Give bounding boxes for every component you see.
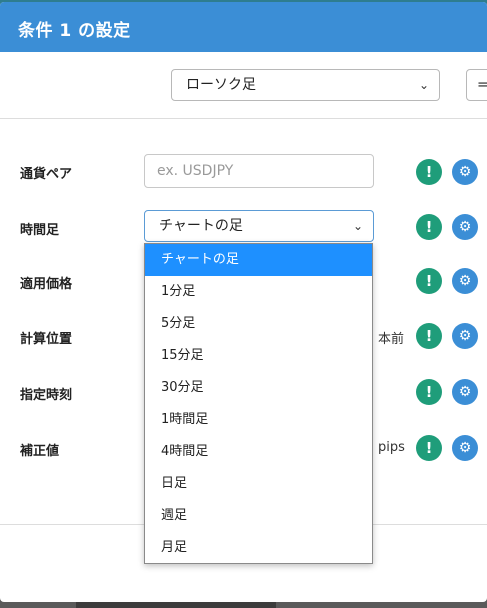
dropdown-option[interactable]: 1時間足 (145, 404, 372, 436)
exclamation-icon[interactable]: ! (416, 214, 442, 240)
chevron-down-icon: ⌄ (352, 219, 363, 233)
modal-header: 条件 1 の設定 (0, 2, 487, 52)
timeframe-value: チャートの足 (159, 218, 243, 234)
exclamation-icon[interactable]: ! (416, 268, 442, 294)
dropdown-option[interactable]: 4時間足 (145, 436, 372, 468)
gear-icon[interactable]: ⚙ (452, 379, 478, 405)
chevron-down-icon: ⌄ (418, 78, 429, 92)
exclamation-icon[interactable]: ! (416, 323, 442, 349)
dropdown-option[interactable]: チャートの足 (145, 244, 372, 276)
gear-icon[interactable]: ⚙ (452, 214, 478, 240)
chart-type-select[interactable]: ローソク足 ⌄ (171, 69, 440, 101)
calc-position-label: 計算位置 (20, 332, 73, 347)
gear-icon[interactable]: ⚙ (452, 268, 478, 294)
dropdown-option[interactable]: 5分足 (145, 308, 372, 340)
applied-price-label: 適用価格 (20, 277, 73, 292)
modal-title: 条件 1 の設定 (18, 21, 131, 41)
gear-icon[interactable]: ⚙ (452, 159, 478, 185)
dropdown-option[interactable]: 週足 (145, 500, 372, 532)
timeframe-label: 時間足 (20, 223, 60, 238)
operator-value: = (477, 77, 487, 93)
correction-value-label: 補正値 (20, 444, 60, 459)
bars-ago-suffix: 本前 (378, 332, 405, 347)
dropdown-option[interactable]: 15分足 (145, 340, 372, 372)
operator-select[interactable]: = (466, 69, 487, 101)
dropdown-option[interactable]: 日足 (145, 468, 372, 500)
gear-icon[interactable]: ⚙ (452, 435, 478, 461)
dropdown-option[interactable]: 1分足 (145, 276, 372, 308)
currency-pair-input[interactable]: ex. USDJPY (144, 154, 374, 188)
exclamation-icon[interactable]: ! (416, 379, 442, 405)
specified-time-label: 指定時刻 (20, 388, 73, 403)
dropdown-option[interactable]: 月足 (145, 532, 372, 564)
currency-pair-label: 通貨ペア (20, 167, 73, 182)
gear-icon[interactable]: ⚙ (452, 323, 478, 349)
pips-suffix: pips (378, 440, 405, 455)
chart-type-row: ローソク足 ⌄ = (0, 52, 487, 119)
exclamation-icon[interactable]: ! (416, 435, 442, 461)
currency-pair-placeholder: ex. USDJPY (157, 163, 234, 179)
chart-type-value: ローソク足 (186, 77, 256, 93)
dropdown-option[interactable]: 30分足 (145, 372, 372, 404)
timeframe-select[interactable]: チャートの足 ⌄ (144, 210, 374, 242)
timeframe-dropdown-list: チャートの足 1分足 5分足 15分足 30分足 1時間足 4時間足 日足 週足… (144, 243, 373, 564)
exclamation-icon[interactable]: ! (416, 159, 442, 185)
